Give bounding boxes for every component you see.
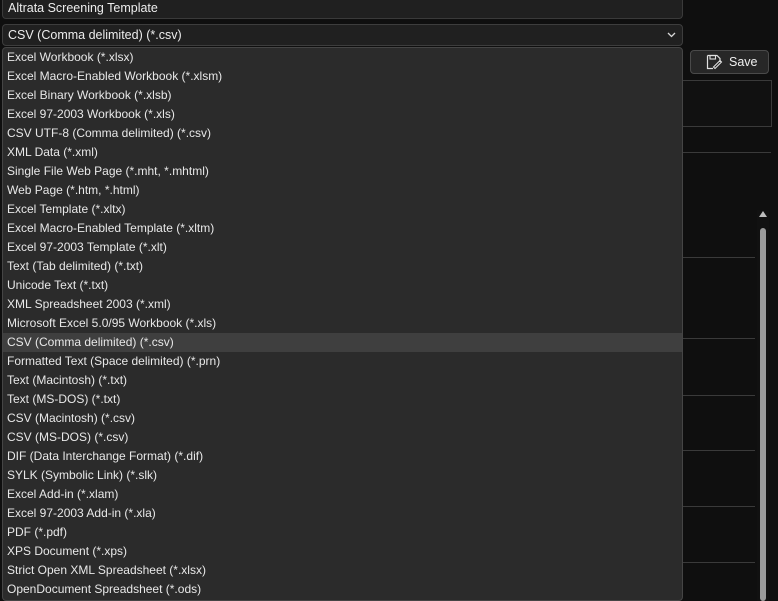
dropdown-option[interactable]: Unicode Text (*.txt) (3, 276, 682, 295)
dropdown-option[interactable]: DIF (Data Interchange Format) (*.dif) (3, 447, 682, 466)
chevron-down-icon (665, 25, 677, 45)
dropdown-option[interactable]: Excel 97-2003 Template (*.xlt) (3, 238, 682, 257)
divider (683, 506, 755, 507)
dropdown-option[interactable]: Excel Macro-Enabled Workbook (*.xlsm) (3, 67, 682, 86)
dropdown-option[interactable]: CSV UTF-8 (Comma delimited) (*.csv) (3, 124, 682, 143)
divider (683, 152, 771, 153)
dropdown-option[interactable]: Text (MS-DOS) (*.txt) (3, 390, 682, 409)
dropdown-option[interactable]: XPS Document (*.xps) (3, 542, 682, 561)
dropdown-option[interactable]: Formatted Text (Space delimited) (*.prn) (3, 352, 682, 371)
dropdown-option[interactable]: OpenDocument Spreadsheet (*.ods) (3, 580, 682, 599)
dropdown-option[interactable]: CSV (Comma delimited) (*.csv) (3, 333, 682, 352)
dropdown-option[interactable]: SYLK (Symbolic Link) (*.slk) (3, 466, 682, 485)
dropdown-option[interactable]: Text (Macintosh) (*.txt) (3, 371, 682, 390)
dropdown-option[interactable]: Excel Macro-Enabled Template (*.xltm) (3, 219, 682, 238)
dropdown-option[interactable]: CSV (Macintosh) (*.csv) (3, 409, 682, 428)
save-as-type-dropdown-list[interactable]: Excel Workbook (*.xlsx) Excel Macro-Enabl… (2, 47, 683, 601)
dropdown-option[interactable]: Excel Workbook (*.xlsx) (3, 48, 682, 67)
save-button-label: Save (729, 55, 758, 69)
filename-value: Altrata Screening Template (8, 1, 158, 15)
dropdown-option[interactable]: Excel Binary Workbook (*.xlsb) (3, 86, 682, 105)
dropdown-option[interactable]: Microsoft Excel 5.0/95 Workbook (*.xls) (3, 314, 682, 333)
dropdown-option[interactable]: Excel 97-2003 Workbook (*.xls) (3, 105, 682, 124)
save-button[interactable]: Save (690, 50, 769, 74)
save-as-type-selected: CSV (Comma delimited) (*.csv) (8, 28, 182, 42)
scrollbar-thumb[interactable] (760, 228, 766, 601)
dropdown-option[interactable]: Excel 97-2003 Add-in (*.xla) (3, 504, 682, 523)
divider (683, 338, 755, 339)
divider (683, 257, 755, 258)
dropdown-option[interactable]: Text (Tab delimited) (*.txt) (3, 257, 682, 276)
divider (683, 450, 755, 451)
dropdown-option[interactable]: Web Page (*.htm, *.html) (3, 181, 682, 200)
side-panel-box (683, 80, 772, 127)
filename-field[interactable]: Altrata Screening Template (2, 0, 683, 19)
divider (683, 395, 755, 396)
scroll-up-arrow-icon[interactable] (759, 211, 767, 217)
divider (683, 562, 755, 563)
dropdown-option[interactable]: XML Spreadsheet 2003 (*.xml) (3, 295, 682, 314)
dropdown-option[interactable]: PDF (*.pdf) (3, 523, 682, 542)
dropdown-option[interactable]: Excel Template (*.xltx) (3, 200, 682, 219)
dropdown-option[interactable]: Excel Add-in (*.xlam) (3, 485, 682, 504)
dropdown-option[interactable]: Single File Web Page (*.mht, *.mhtml) (3, 162, 682, 181)
dropdown-option[interactable]: XML Data (*.xml) (3, 143, 682, 162)
dropdown-option[interactable]: CSV (MS-DOS) (*.csv) (3, 428, 682, 447)
dropdown-option[interactable]: Strict Open XML Spreadsheet (*.xlsx) (3, 561, 682, 580)
save-disk-icon (706, 54, 723, 70)
save-as-type-select[interactable]: CSV (Comma delimited) (*.csv) (2, 24, 683, 46)
